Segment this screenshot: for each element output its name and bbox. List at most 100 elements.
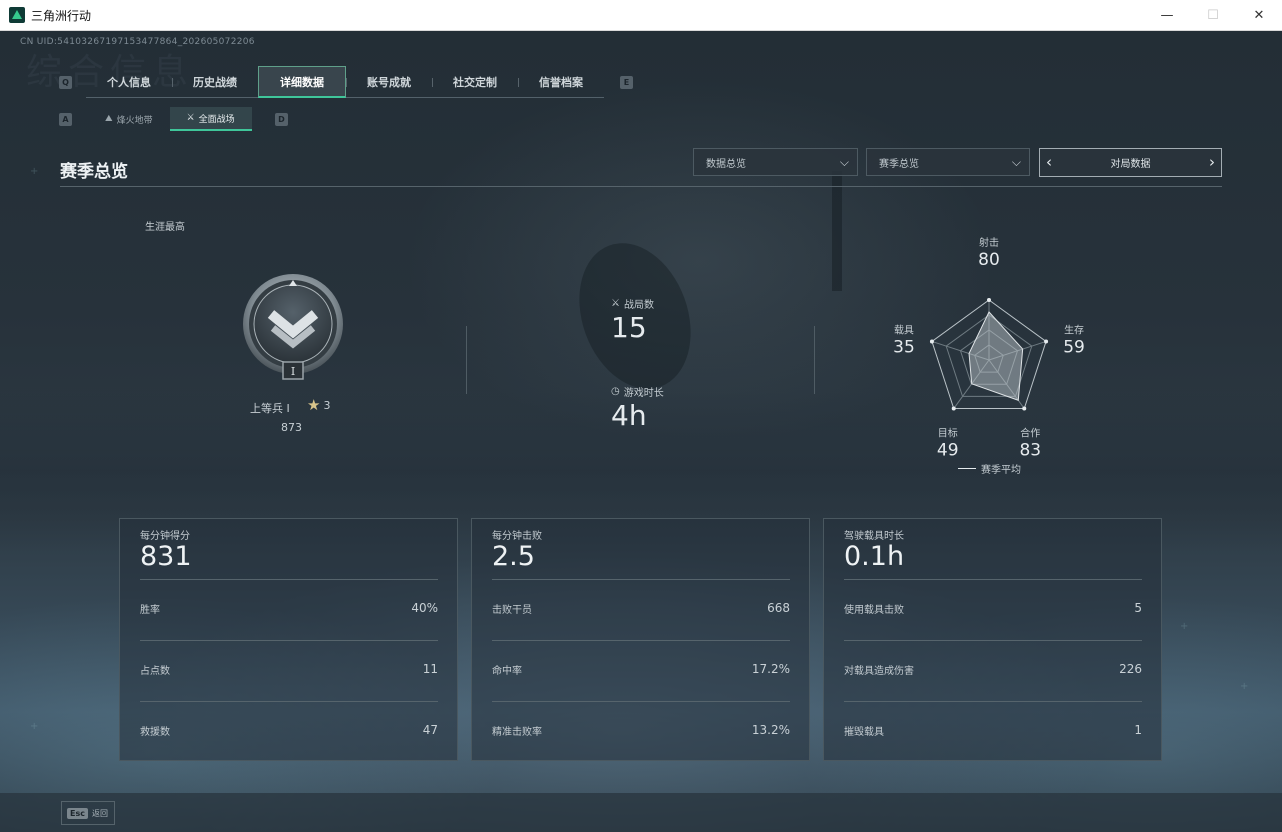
- matches-label-text: 战局数: [623, 300, 654, 311]
- card-main-value: 2.5: [492, 541, 535, 572]
- card-stat-row: 救援数 47: [140, 723, 438, 739]
- dropdown-value: 数据总览: [706, 158, 746, 170]
- season-dropdown[interactable]: 赛季总览 ⌵: [866, 148, 1030, 176]
- keycap-e: E: [620, 76, 633, 89]
- stat-label: 击败干员: [492, 605, 532, 616]
- column-divider: [466, 326, 467, 394]
- stat-value: 40%: [411, 601, 438, 615]
- card-divider: [492, 701, 790, 702]
- grid-cross-icon: +: [30, 721, 39, 732]
- radar-axis-value: 59: [1063, 337, 1085, 357]
- card-stat-row: 精准击败率 13.2%: [492, 723, 790, 739]
- column-divider: [814, 326, 815, 394]
- card-stat-row: 胜率 40%: [140, 601, 438, 617]
- radar-axis-dot: [1044, 339, 1049, 344]
- badge-numeral: I: [291, 365, 295, 378]
- stat-value: 11: [422, 662, 438, 676]
- rank-star-count: 3: [323, 398, 331, 412]
- subtab-label: 烽火地带: [116, 115, 153, 126]
- grid-cross-icon: +: [1180, 621, 1189, 632]
- stat-label: 胜率: [140, 605, 160, 616]
- card-divider: [140, 579, 438, 580]
- playtime-label-text: 游戏时长: [623, 388, 664, 399]
- close-button[interactable]: ✕: [1236, 0, 1282, 31]
- grid-cross-icon: +: [30, 166, 39, 177]
- radar-axis-label: 射击: [979, 237, 999, 249]
- keycap-q: Q: [59, 76, 72, 89]
- window-titlebar: 三角洲行动 — ☐ ✕: [0, 0, 1282, 31]
- tab-achievements[interactable]: 账号成就: [346, 66, 432, 98]
- kills-card: 每分钟击败 2.5 击败干员 668 命中率 17.2% 精准击败率 13.2%: [471, 518, 810, 761]
- radar-axis-dot: [929, 339, 934, 344]
- stat-page-label: 对局数据: [1110, 159, 1151, 170]
- minimize-button[interactable]: —: [1144, 0, 1190, 31]
- legend-label: 赛季平均: [981, 465, 1021, 476]
- stat-label: 摧毁载具: [844, 727, 884, 738]
- card-divider: [140, 640, 438, 641]
- card-divider: [844, 579, 1142, 580]
- vehicle-card: 驾驶载具时长 0.1h 使用载具击败 5 对载具造成伤害 226 摧毁载具 1: [823, 518, 1162, 761]
- radar-axis-value: 35: [893, 337, 915, 357]
- tab-detailed-data[interactable]: 详细数据: [258, 66, 346, 98]
- tab-reputation[interactable]: 信誉档案: [518, 66, 604, 98]
- chevron-down-icon: ⌵: [839, 155, 849, 169]
- card-divider: [140, 701, 438, 702]
- background-tower: [832, 171, 842, 291]
- tab-social-custom[interactable]: 社交定制: [432, 66, 518, 98]
- matches-value: 15: [611, 311, 647, 344]
- star-icon: ★: [307, 396, 321, 414]
- radar-axis-value: 49: [937, 441, 959, 461]
- rank-stars: ★ 3: [307, 396, 331, 414]
- card-main-value: 0.1h: [844, 541, 905, 572]
- radar-axis-value: 80: [978, 250, 1000, 270]
- stat-label: 占点数: [140, 666, 170, 677]
- card-divider: [844, 640, 1142, 641]
- stat-value: 668: [767, 601, 790, 615]
- window-controls: — ☐ ✕: [1144, 0, 1282, 31]
- footer-bar: [0, 793, 1282, 832]
- maximize-button[interactable]: ☐: [1190, 0, 1236, 31]
- playtime-label: ◷ 游戏时长: [611, 384, 664, 399]
- keycap-d: D: [275, 113, 288, 126]
- radar-axis-value: 83: [1019, 441, 1041, 461]
- subtab-warfare[interactable]: ⚔ 全面战场: [169, 107, 252, 131]
- radar-legend: 赛季平均: [958, 461, 1021, 476]
- grid-cross-icon: +: [1240, 681, 1249, 692]
- stat-value: 13.2%: [751, 723, 790, 737]
- chevron-down-icon: ⌵: [1011, 155, 1021, 169]
- radar-axis-dot: [987, 298, 991, 302]
- card-stat-row: 命中率 17.2%: [492, 662, 790, 678]
- back-button[interactable]: Esc 返回: [61, 801, 115, 825]
- card-stat-row: 使用载具击败 5: [844, 601, 1142, 617]
- card-divider: [492, 579, 790, 580]
- card-title: 每分钟得分: [140, 531, 190, 542]
- chevron-right-icon[interactable]: ›: [1209, 153, 1215, 171]
- card-title: 每分钟击败: [492, 531, 542, 542]
- matches-label: ⚔ 战局数: [611, 296, 654, 311]
- score-card: 每分钟得分 831 胜率 40% 占点数 11 救援数 47: [119, 518, 458, 761]
- card-stat-row: 击败干员 668: [492, 601, 790, 617]
- radar-axis-dot: [951, 406, 956, 411]
- radar-axis-label: 载具: [894, 324, 914, 336]
- rank-score: 873: [281, 421, 302, 434]
- stat-value: 226: [1119, 662, 1142, 676]
- card-title: 驾驶载具时长: [844, 531, 904, 542]
- subtab-hazard-zone[interactable]: ⛰ 烽火地带: [88, 107, 170, 131]
- radar-axis-label: 目标: [938, 428, 958, 440]
- chevron-left-icon[interactable]: ‹: [1046, 153, 1052, 171]
- radar-axis-label: 合作: [1020, 427, 1040, 440]
- tab-personal-info[interactable]: 个人信息: [86, 66, 172, 98]
- card-stat-row: 对载具造成伤害 226: [844, 662, 1142, 678]
- stat-page-switcher: ‹ 对局数据 ›: [1039, 148, 1222, 177]
- section-divider: [60, 186, 1222, 187]
- data-type-dropdown[interactable]: 数据总览 ⌵: [693, 148, 858, 176]
- tab-match-history[interactable]: 历史战绩: [172, 66, 258, 98]
- ability-radar-chart: 射击80 生存59 合作83 目标49 载具35: [893, 237, 1085, 461]
- stat-label: 救援数: [140, 727, 170, 738]
- subtab-label: 全面战场: [198, 114, 235, 125]
- card-divider: [844, 701, 1142, 702]
- game-viewport: 综合信息 CN UID:5410326719715347786​4_202605…: [0, 31, 1282, 832]
- mode-sub-tabs: ⛰ 烽火地带 ⚔ 全面战场: [88, 107, 252, 131]
- clock-icon: ◷: [611, 386, 620, 397]
- crossed-swords-icon: ⚔: [611, 298, 620, 309]
